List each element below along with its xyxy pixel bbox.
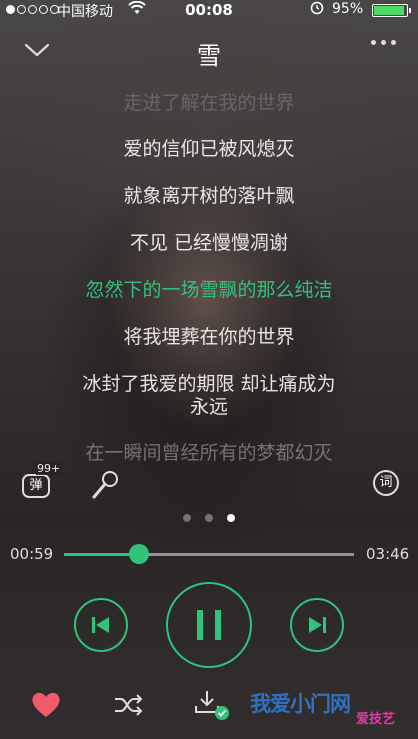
lyric-line: 不见 已经慢慢凋谢 (129, 232, 289, 254)
pause-icon (197, 610, 221, 640)
lyric-line: 走进了解在我的世界 (123, 92, 295, 114)
danmu-count: 99+ (36, 462, 62, 475)
lyric-line: 永远 (189, 396, 228, 418)
next-button[interactable] (290, 598, 344, 652)
lyric-line: 在一瞬间曾经所有的梦都幻灭 (85, 442, 333, 464)
shuffle-icon[interactable] (112, 690, 144, 720)
player-header: 雪 (0, 30, 418, 74)
song-title: 雪 (197, 42, 221, 70)
download-icon[interactable] (193, 688, 231, 722)
lyric-line: 爱的信仰已被风熄灭 (123, 138, 295, 160)
next-track-icon (309, 617, 326, 633)
page-dot[interactable] (183, 514, 191, 522)
progress-slider[interactable] (64, 544, 354, 564)
danmu-icon[interactable]: 弹 99+ (22, 462, 62, 500)
watermark-logo: 我爱小门网 (250, 692, 351, 716)
microphone-icon[interactable] (88, 468, 122, 502)
page-dot[interactable] (227, 514, 235, 522)
danmu-label: 弹 (22, 474, 50, 498)
alarm-icon (310, 1, 324, 19)
lyric-line: 就象离开树的落叶飘 (123, 185, 295, 207)
more-dots-icon[interactable] (371, 40, 396, 45)
battery-percent: 95% (332, 1, 364, 17)
page-indicator (0, 514, 418, 522)
total-time: 03:46 (366, 545, 410, 563)
status-bar: 中国移动 00:08 95% (0, 0, 418, 20)
previous-button[interactable] (74, 598, 128, 652)
battery-cap (409, 8, 411, 13)
previous-track-icon (92, 617, 109, 633)
battery-level (374, 6, 405, 15)
lyric-line: 将我埋葬在你的世界 (123, 326, 295, 348)
heart-icon[interactable] (30, 690, 62, 720)
progress-fill (64, 553, 140, 556)
pause-button[interactable] (166, 582, 252, 668)
watermark-sublogo: 爱技艺 (356, 712, 396, 727)
elapsed-time: 00:59 (10, 545, 54, 563)
lyric-line: 冰封了我爱的期限 却让痛成为 (82, 373, 336, 395)
page-dot[interactable] (205, 514, 213, 522)
lyric-icon[interactable]: 词 (373, 470, 399, 496)
battery-icon (372, 4, 408, 17)
current-lyric-line: 忽然下的一场雪飘的那么纯洁 (85, 279, 333, 301)
